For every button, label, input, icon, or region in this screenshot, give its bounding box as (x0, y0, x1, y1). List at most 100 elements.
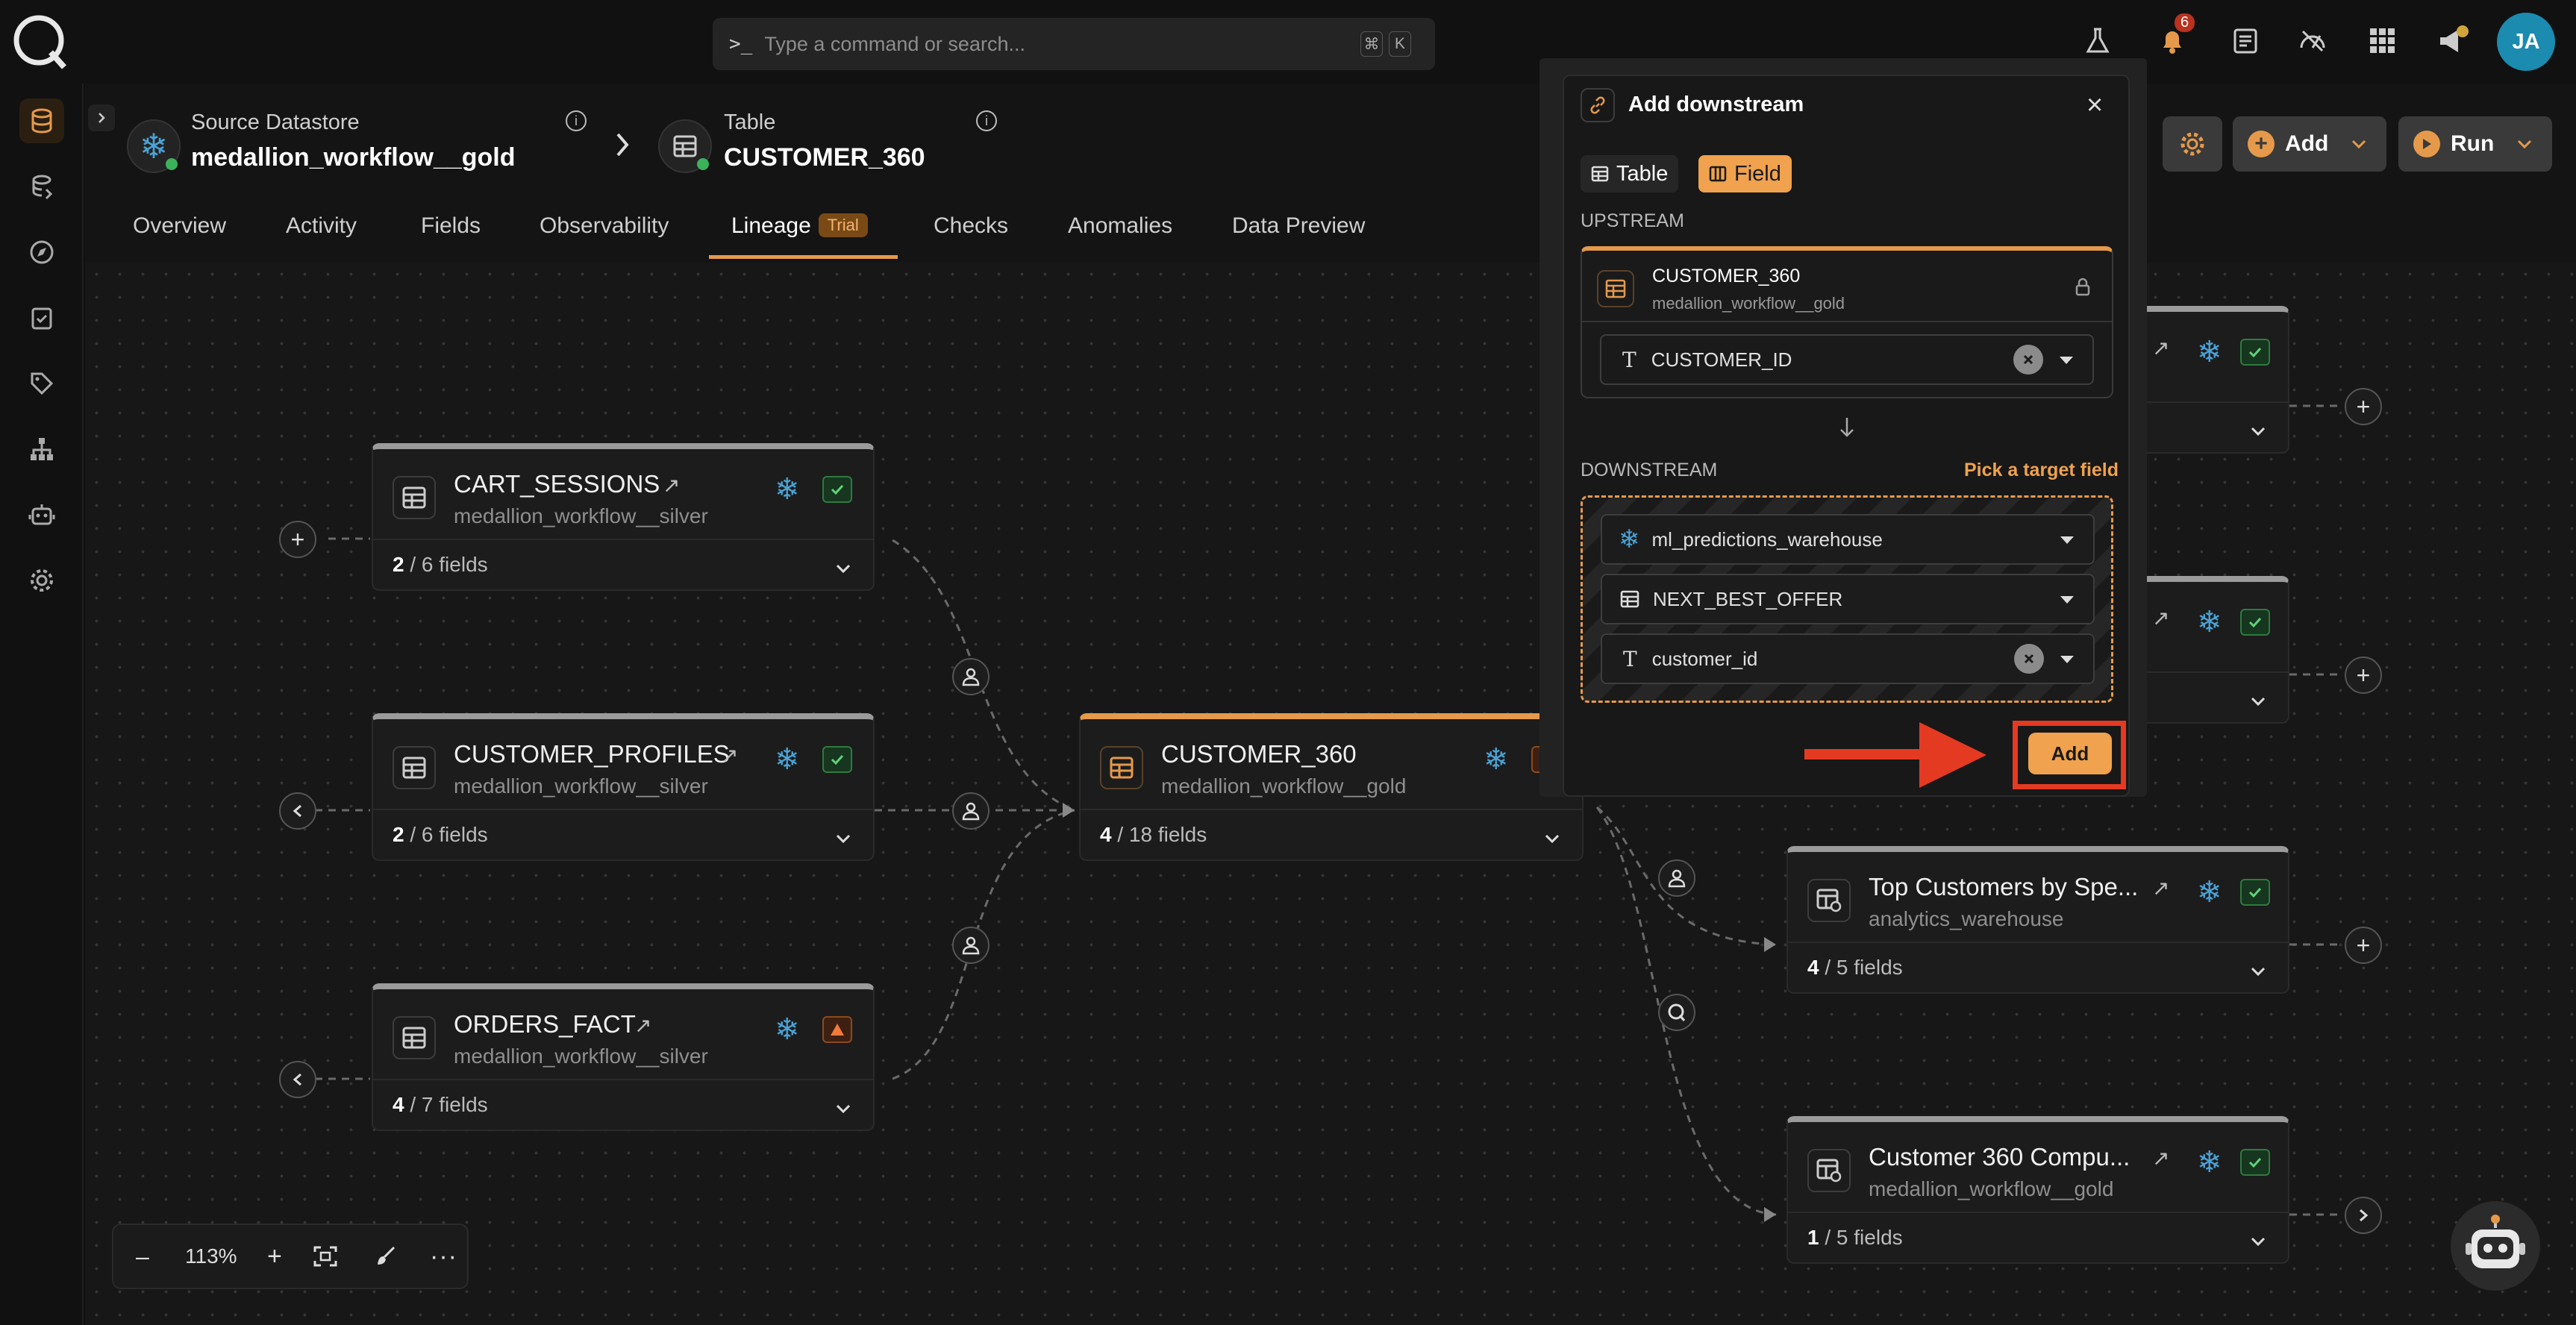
check-status-icon (822, 746, 852, 773)
dropdown-arrow-icon[interactable] (2059, 654, 2075, 665)
zoom-out-button[interactable]: – (136, 1243, 149, 1271)
snowflake-icon: ❄ (2197, 606, 2222, 639)
lock-icon (2075, 278, 2090, 296)
clear-field-icon[interactable] (2013, 345, 2043, 375)
warning-status-icon (822, 1016, 852, 1043)
user-icon[interactable] (952, 658, 990, 695)
user-icon[interactable] (952, 927, 990, 964)
lineage-node-customer-profiles[interactable]: CUSTOMER_PROFILES ↗ medallion_workflow__… (372, 713, 875, 861)
node-datastore: medallion_workflow__silver (454, 1044, 708, 1068)
segment-field[interactable]: Field (1698, 155, 1792, 192)
node-datastore: medallion_workflow__silver (454, 504, 708, 527)
chevron-down-icon[interactable] (2249, 695, 2267, 707)
zoom-in-button[interactable]: + (267, 1242, 282, 1271)
downstream-datastore-select[interactable]: ❄ ml_predictions_warehouse (1601, 514, 2095, 565)
external-link-icon[interactable]: ↗ (2152, 606, 2169, 630)
lineage-node-top-customers[interactable]: Top Customers by Spe... ↗ analytics_ware… (1786, 846, 2289, 994)
logo-icon[interactable] (1658, 994, 1695, 1031)
chevron-down-icon[interactable] (2249, 1235, 2267, 1247)
columns-icon (1709, 166, 1727, 182)
expand-downstream-button[interactable]: + (2345, 657, 2382, 694)
external-link-icon[interactable]: ↗ (634, 1013, 651, 1038)
external-link-icon[interactable]: ↗ (2152, 876, 2169, 900)
upstream-datastore-name: medallion_workflow__gold (1652, 294, 1845, 313)
table-icon (393, 476, 436, 519)
fields-total: / 6 fields (410, 553, 488, 576)
dropdown-arrow-icon[interactable] (2058, 355, 2075, 366)
downstream-field-select[interactable]: T customer_id (1601, 633, 2095, 684)
table-icon (393, 746, 436, 789)
user-icon[interactable] (952, 792, 990, 830)
lineage-node-customer-360-computed[interactable]: Customer 360 Compu... ↗ medallion_workfl… (1786, 1116, 2289, 1264)
dialog-title: Add downstream (1628, 93, 1804, 116)
external-link-icon[interactable]: ↗ (2152, 336, 2169, 360)
lineage-node-orders-fact[interactable]: ORDERS_FACT ↗ medallion_workflow__silver… (372, 983, 875, 1131)
clear-field-icon[interactable] (2014, 644, 2044, 674)
node-fields-summary[interactable]: 4 / 7 fields (373, 1079, 873, 1130)
chevron-down-icon[interactable] (2249, 425, 2267, 437)
snowflake-icon: ❄ (775, 473, 800, 506)
chevron-down-icon[interactable] (834, 563, 852, 574)
node-fields-summary[interactable]: 4 / 18 fields (1081, 809, 1582, 859)
assistant-bot-button[interactable] (2451, 1201, 2540, 1291)
external-link-icon[interactable]: ↗ (721, 743, 738, 768)
external-link-icon[interactable]: ↗ (663, 473, 680, 498)
fields-total: / 6 fields (410, 823, 488, 846)
external-link-icon[interactable]: ↗ (2152, 1146, 2169, 1171)
dropdown-arrow-icon[interactable] (2059, 535, 2075, 545)
upstream-field-select[interactable]: T CUSTOMER_ID (1600, 334, 2094, 385)
collapse-downstream-button[interactable] (2345, 1197, 2382, 1234)
node-title: CART_SESSIONS (454, 470, 660, 498)
collapse-upstream-button[interactable] (279, 792, 316, 830)
chevron-down-icon[interactable] (834, 833, 852, 845)
upstream-box: CUSTOMER_360 medallion_workflow__gold T … (1581, 246, 2113, 398)
node-datastore: medallion_workflow__gold (1161, 774, 1407, 798)
node-fields-summary[interactable]: 4 / 5 fields (1788, 942, 2288, 992)
fields-count: 4 (1100, 823, 1112, 846)
dialog-add-button[interactable]: Add (2028, 733, 2112, 774)
node-datastore: medallion_workflow__gold (1869, 1177, 2114, 1200)
link-icon (1581, 88, 1615, 122)
node-title: CUSTOMER_360 (1161, 740, 1357, 768)
fields-total: / 18 fields (1117, 823, 1207, 846)
expand-downstream-button[interactable]: + (2345, 927, 2382, 964)
upstream-table-name: CUSTOMER_360 (1652, 266, 1801, 286)
annotation-arrow (1804, 722, 1986, 788)
node-datastore: analytics_warehouse (1869, 907, 2064, 930)
dropdown-arrow-icon[interactable] (2059, 595, 2075, 605)
fit-view-icon[interactable] (313, 1246, 337, 1267)
check-status-icon (2240, 609, 2270, 636)
segment-table[interactable]: Table (1581, 155, 1679, 192)
collapse-upstream-button[interactable] (279, 1061, 316, 1098)
check-status-icon (2240, 879, 2270, 906)
expand-downstream-button[interactable]: + (2345, 388, 2382, 425)
fields-count: 1 (1807, 1226, 1819, 1249)
node-fields-summary[interactable]: 1 / 5 fields (1788, 1212, 2288, 1262)
expand-upstream-button[interactable]: + (279, 521, 316, 558)
table-icon (1591, 166, 1609, 182)
check-status-icon (2240, 339, 2270, 366)
lineage-node-cart-sessions[interactable]: CART_SESSIONS ↗ medallion_workflow__silv… (372, 443, 875, 591)
brush-icon[interactable] (375, 1245, 397, 1268)
node-fields-summary[interactable]: 2 / 6 fields (373, 539, 873, 589)
table-icon (1100, 746, 1143, 789)
chevron-down-icon[interactable] (2249, 965, 2267, 977)
node-fields-summary[interactable]: 2 / 6 fields (373, 809, 873, 859)
chevron-down-icon[interactable] (1543, 833, 1561, 845)
downstream-table-select[interactable]: NEXT_BEST_OFFER (1601, 574, 2095, 624)
table-icon (393, 1016, 436, 1059)
close-icon[interactable]: × (2086, 91, 2103, 119)
node-title: Top Customers by Spe... (1869, 873, 2139, 900)
upstream-section-label: UPSTREAM (1581, 210, 1684, 231)
node-title: Customer 360 Compu... (1869, 1143, 2130, 1171)
fields-total: / 5 fields (1825, 1226, 1903, 1249)
fields-total: / 7 fields (410, 1093, 488, 1116)
computed-table-icon (1807, 1149, 1851, 1192)
snowflake-icon: ❄ (1484, 743, 1509, 776)
snowflake-icon: ❄ (2197, 876, 2222, 909)
chevron-down-icon[interactable] (834, 1103, 852, 1115)
lineage-node-customer-360[interactable]: CUSTOMER_360 medallion_workflow__gold ❄ … (1079, 713, 1584, 861)
user-icon[interactable] (1658, 859, 1695, 897)
more-options-icon[interactable]: ··· (430, 1242, 457, 1271)
snowflake-icon: ❄ (775, 1013, 800, 1046)
